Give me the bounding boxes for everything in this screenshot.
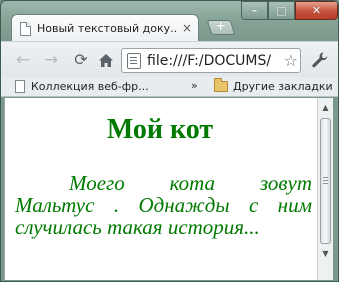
page-paragraph: Моего кота зовут Мальтус . Однажды с ним…: [15, 171, 312, 239]
folder-icon: [214, 78, 228, 92]
home-icon-glyph: [99, 53, 113, 67]
wrench-icon-glyph: [312, 52, 328, 68]
page-icon: [20, 21, 31, 36]
toolbar: ← → ⟳ file:///F:/DOCUMS/ ☆: [1, 41, 338, 77]
browser-tab[interactable]: Новый текстовый доку... ×: [11, 14, 199, 42]
page-icon: [15, 80, 25, 93]
tab-title: Новый текстовый доку...: [37, 22, 178, 35]
scroll-up-icon[interactable]: ▲: [318, 100, 333, 114]
window-controls: – □ ✕: [241, 1, 338, 20]
page-heading: Мой кот: [106, 114, 214, 145]
forward-icon[interactable]: →: [42, 51, 60, 69]
address-bar[interactable]: file:///F:/DOCUMS/ ☆: [121, 48, 301, 73]
minimize-button[interactable]: –: [241, 1, 268, 20]
maximize-button[interactable]: □: [268, 1, 295, 20]
close-button[interactable]: ✕: [295, 1, 338, 20]
title-bar: Новый текстовый доку... × + – □ ✕: [1, 1, 338, 42]
bookmarks-bar: Коллекция веб-фр... » Другие закладки: [1, 77, 338, 97]
scroll-thumb[interactable]: [320, 118, 331, 244]
plus-icon: +: [215, 19, 227, 34]
reload-icon[interactable]: ⟳: [72, 51, 90, 69]
back-icon[interactable]: ←: [14, 51, 32, 69]
bookmarks-overflow-button[interactable]: »: [191, 79, 198, 92]
home-icon[interactable]: [97, 51, 115, 69]
other-bookmarks[interactable]: Другие закладки: [214, 78, 333, 93]
scroll-down-icon[interactable]: ▼: [318, 246, 333, 260]
bookmark-collection[interactable]: Коллекция веб-фр...: [15, 80, 149, 93]
new-tab-button[interactable]: +: [206, 19, 236, 35]
other-bookmarks-label: Другие закладки: [233, 80, 333, 93]
address-url[interactable]: file:///F:/DOCUMS/: [147, 53, 282, 69]
wrench-icon[interactable]: [310, 50, 330, 70]
page-icon: [127, 52, 141, 69]
browser-window: Новый текстовый доку... × + – □ ✕ ← → ⟳ …: [0, 0, 339, 282]
tab-close-icon[interactable]: ×: [182, 22, 192, 34]
star-icon[interactable]: ☆: [281, 51, 298, 70]
vertical-scrollbar[interactable]: ▲ ▼: [317, 98, 333, 280]
bookmark-label: Коллекция веб-фр...: [31, 80, 149, 93]
page-viewport: Мой кот Моего кота зовут Мальтус . Однаж…: [4, 98, 333, 280]
